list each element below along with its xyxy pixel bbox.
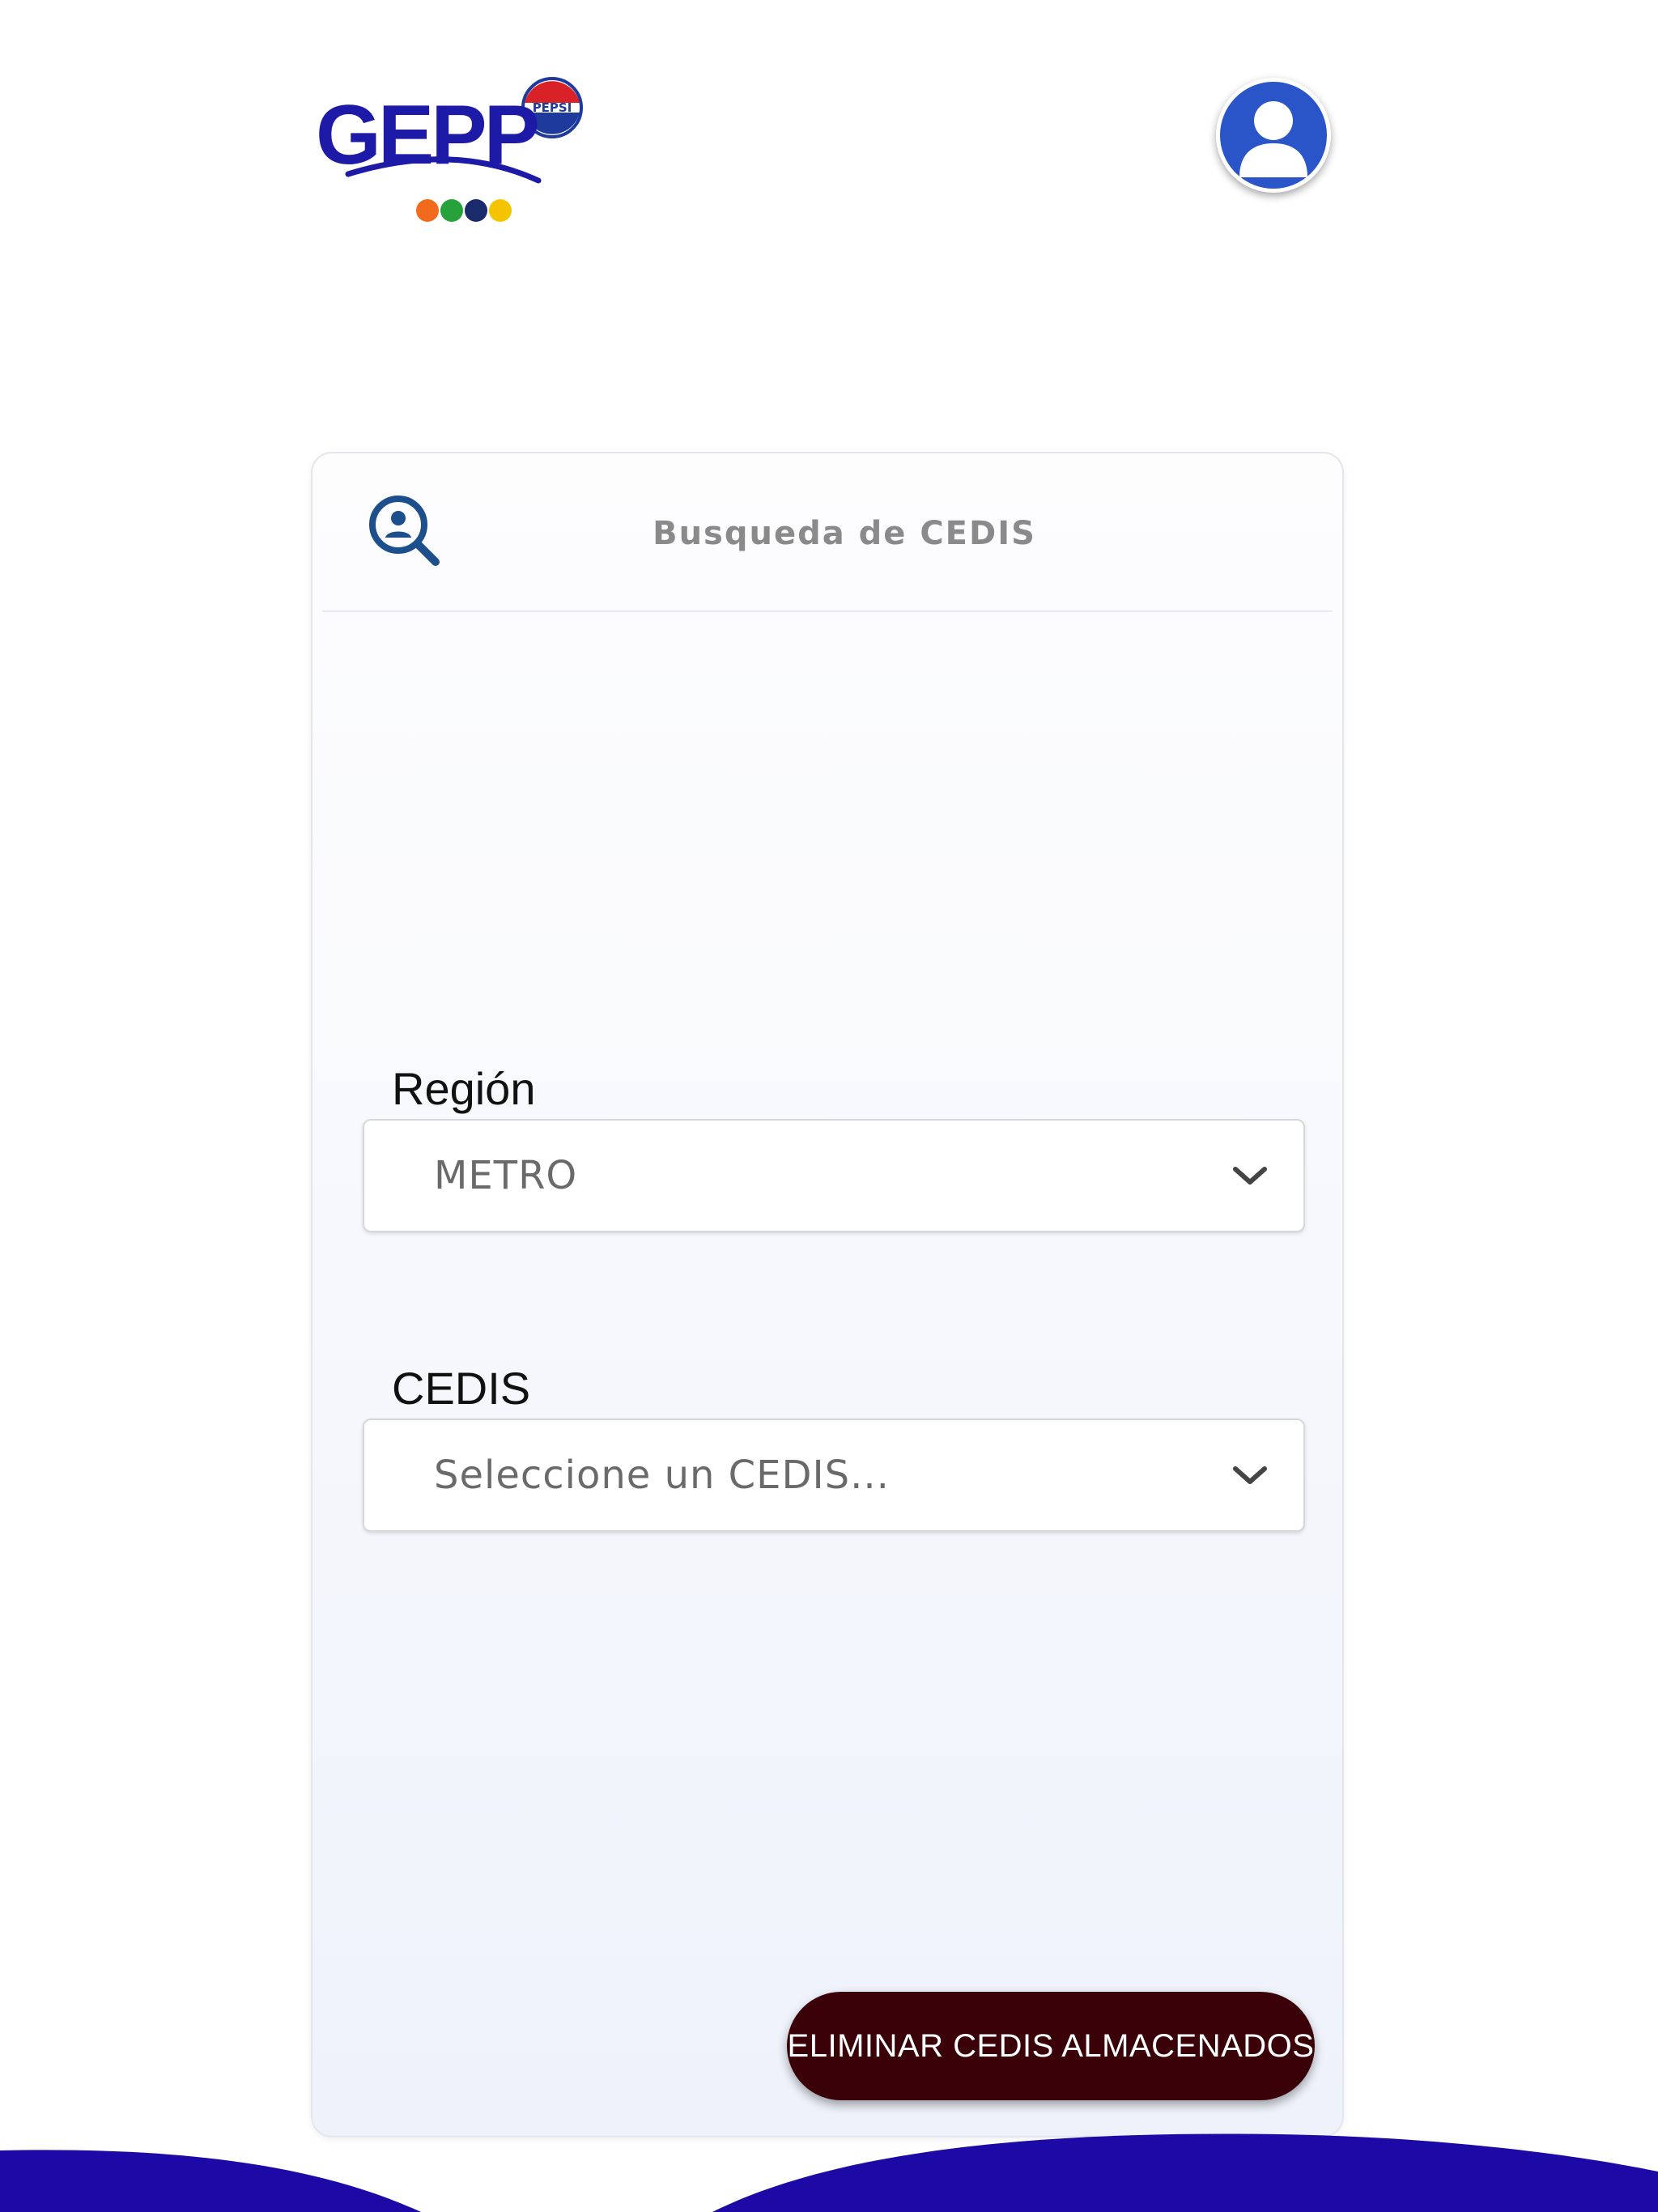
user-avatar-icon (1239, 101, 1307, 177)
chevron-down-icon (1233, 1466, 1267, 1484)
cedis-select[interactable]: Seleccione un CEDIS... (363, 1419, 1305, 1532)
cedis-label: CEDIS (392, 1363, 531, 1414)
bottom-wave-decoration (0, 2133, 1658, 2212)
region-select-value: METRO (434, 1153, 578, 1198)
chevron-down-icon (1233, 1167, 1267, 1185)
cedis-select-placeholder: Seleccione un CEDIS... (434, 1453, 890, 1498)
logo-badge-text: PEPSI (532, 100, 572, 115)
user-avatar-button[interactable] (1216, 78, 1331, 193)
gepp-logo: GEPP PEPSI (316, 77, 591, 231)
region-label: Región (392, 1063, 536, 1114)
delete-stored-cedis-button[interactable]: ELIMINAR CEDIS ALMACENADOS (787, 1992, 1315, 2100)
logo-wordmark: GEPP (316, 88, 540, 182)
card-header: Busqueda de CEDIS (322, 453, 1333, 612)
region-select[interactable]: METRO (363, 1119, 1305, 1232)
cedis-search-card: Busqueda de CEDIS Región METRO CEDIS Sel… (311, 452, 1344, 2138)
card-title: Busqueda de CEDIS (653, 515, 1036, 552)
